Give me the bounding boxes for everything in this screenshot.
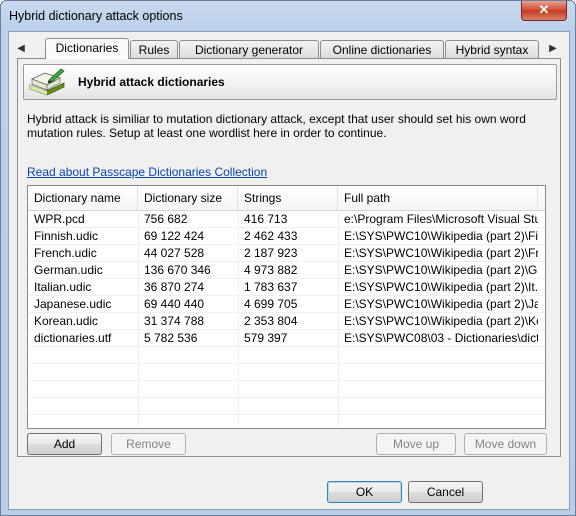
- cell-full-path: E:\SYS\PWC10\Wikipedia (part 2)\Fr...: [344, 246, 538, 260]
- tab-dictionary-generator[interactable]: Dictionary generator: [179, 40, 319, 58]
- cell-full-path: E:\SYS\PWC10\Wikipedia (part 2)\Ko...: [344, 314, 538, 328]
- table-row[interactable]: Finnish.udic 69 122 424 2 462 433 E:\SYS\PW…: [28, 228, 545, 245]
- column-header-full-path[interactable]: Full path: [338, 186, 538, 210]
- book-pen-icon: [29, 68, 65, 96]
- cell-full-path: E:\SYS\PWC10\Wikipedia (part 2)\Fi...: [344, 229, 538, 243]
- cell-dictionary-name: German.udic: [34, 263, 103, 277]
- table-row[interactable]: dictionaries.utf 5 782 536 579 397 E:\SYS\P…: [28, 330, 545, 347]
- dictionary-list[interactable]: Dictionary name Dictionary size Strings …: [27, 185, 546, 429]
- cell-dictionary-name: Italian.udic: [34, 280, 92, 294]
- table-row[interactable]: Italian.udic 36 870 274 1 783 637 E:\SYS\PW…: [28, 279, 545, 296]
- list-scrollbar[interactable]: [544, 185, 553, 429]
- cell-dictionary-name: dictionaries.utf: [34, 331, 112, 345]
- cell-dictionary-name: WPR.pcd: [34, 212, 85, 226]
- grid-line: [28, 244, 545, 245]
- grid-line: [28, 312, 545, 313]
- cell-dictionary-name: Finnish.udic: [34, 229, 99, 243]
- grid-line: [28, 346, 545, 347]
- cancel-button[interactable]: Cancel: [408, 481, 483, 503]
- column-header-strings[interactable]: Strings: [238, 186, 338, 210]
- table-row[interactable]: WPR.pcd 756 682 416 713 e:\Program Files\Mi…: [28, 211, 545, 228]
- add-button[interactable]: Add: [27, 433, 102, 455]
- cell-strings: 2 353 804: [244, 314, 298, 328]
- list-header: Dictionary name Dictionary size Strings …: [28, 186, 545, 211]
- grid-line: [28, 414, 545, 415]
- title-bar[interactable]: Hybrid dictionary attack options ✕: [1, 1, 575, 31]
- cell-dictionary-size: 44 027 528: [144, 246, 205, 260]
- grid-line: [28, 295, 545, 296]
- table-row[interactable]: French.udic 44 027 528 2 187 923 E:\SYS\PWC…: [28, 245, 545, 262]
- cell-dictionary-name: Korean.udic: [34, 314, 99, 328]
- tab-online-dictionaries[interactable]: Online dictionaries: [320, 40, 444, 58]
- cell-full-path: E:\SYS\PWC10\Wikipedia (part 2)\G...: [344, 263, 538, 277]
- grid-line: [28, 278, 545, 279]
- grid-line: [28, 329, 545, 330]
- cell-dictionary-name: Japanese.udic: [34, 297, 112, 311]
- grid-line: [338, 210, 339, 428]
- table-row[interactable]: Korean.udic 31 374 788 2 353 804 E:\SYS\PWC…: [28, 313, 545, 330]
- cell-dictionary-name: French.udic: [34, 246, 97, 260]
- cell-dictionary-size: 5 782 536: [144, 331, 198, 345]
- cell-full-path: E:\SYS\PWC10\Wikipedia (part 2)\It...: [344, 280, 538, 294]
- cell-dictionary-size: 31 374 788: [144, 314, 205, 328]
- tab-rules[interactable]: Rules: [130, 40, 178, 58]
- cell-strings: 2 462 433: [244, 229, 298, 243]
- cell-strings: 2 187 923: [244, 246, 298, 260]
- cell-dictionary-size: 756 682: [144, 212, 188, 226]
- grid-line: [28, 380, 545, 381]
- grid-line: [28, 227, 545, 228]
- grid-line: [28, 261, 545, 262]
- grid-line: [28, 363, 545, 364]
- cell-dictionary-size: 69 122 424: [144, 229, 205, 243]
- tab-dictionaries[interactable]: Dictionaries: [45, 38, 129, 59]
- tab-scroll-left-icon[interactable]: ◀: [13, 41, 29, 57]
- cell-dictionary-size: 36 870 274: [144, 280, 205, 294]
- description-text: Hybrid attack is similiar to mutation di…: [27, 112, 526, 140]
- table-row[interactable]: German.udic 136 670 346 4 973 882 E:\SYS\PW…: [28, 262, 545, 279]
- cell-strings: 579 397: [244, 331, 288, 345]
- grid-line: [28, 397, 545, 398]
- cell-strings: 1 783 637: [244, 280, 298, 294]
- dialog-window: Hybrid dictionary attack options ✕ ◀ ▶ D…: [0, 0, 576, 516]
- cell-dictionary-size: 69 440 440: [144, 297, 205, 311]
- move-down-button[interactable]: Move down: [464, 433, 547, 455]
- column-header-dictionary-size[interactable]: Dictionary size: [138, 186, 238, 210]
- remove-button[interactable]: Remove: [111, 433, 186, 455]
- section-header: Hybrid attack dictionaries: [23, 64, 557, 100]
- cell-dictionary-size: 136 670 346: [144, 263, 211, 277]
- section-title: Hybrid attack dictionaries: [78, 75, 225, 89]
- grid-line: [238, 210, 239, 428]
- table-row[interactable]: Japanese.udic 69 440 440 4 699 705 E:\SYS\P…: [28, 296, 545, 313]
- grid-line: [138, 210, 139, 428]
- tab-scroll-right-icon[interactable]: ▶: [545, 41, 561, 57]
- window-title: Hybrid dictionary attack options: [9, 9, 183, 23]
- close-button[interactable]: ✕: [521, 1, 567, 21]
- cell-full-path: e:\Program Files\Microsoft Visual Stu...: [344, 212, 538, 226]
- passcape-dictionaries-link[interactable]: Read about Passcape Dictionaries Collect…: [27, 165, 267, 179]
- cell-strings: 4 973 882: [244, 263, 298, 277]
- cell-strings: 416 713: [244, 212, 288, 226]
- column-header-dictionary-name[interactable]: Dictionary name: [28, 186, 138, 210]
- cell-full-path: E:\SYS\PWC08\03 - Dictionaries\dicti...: [344, 331, 538, 345]
- tab-hybrid-syntax[interactable]: Hybrid syntax: [445, 40, 539, 58]
- dialog-client-area: ◀ ▶ Dictionaries Rules Dictionary genera…: [8, 31, 570, 510]
- tab-panel-dictionaries: Hybrid attack dictionaries Hybrid attack…: [17, 58, 561, 457]
- move-up-button[interactable]: Move up: [376, 433, 456, 455]
- cell-strings: 4 699 705: [244, 297, 298, 311]
- cell-full-path: E:\SYS\PWC10\Wikipedia (part 2)\Ja...: [344, 297, 538, 311]
- ok-button[interactable]: OK: [327, 481, 402, 503]
